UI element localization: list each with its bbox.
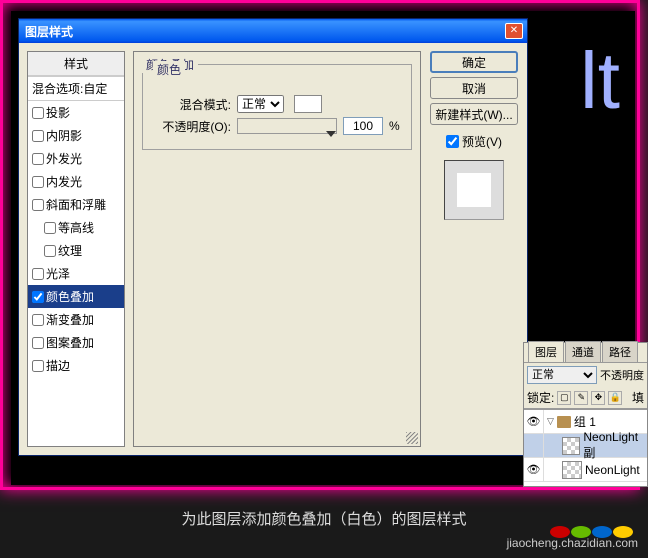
tab-channels[interactable]: 通道 [565,341,601,362]
layer-thumb [562,437,580,455]
style-checkbox[interactable] [32,360,44,372]
fill-label: 填 [632,389,644,406]
ok-button[interactable]: 确定 [430,51,518,73]
style-item[interactable]: 图案叠加 [28,331,124,354]
style-label: 渐变叠加 [46,311,94,328]
preview-check-input[interactable] [446,135,459,148]
style-label: 光泽 [46,265,70,282]
preview-swatch [457,173,491,207]
layer-style-dialog: 图层样式 ✕ 样式 混合选项:自定 投影内阴影外发光内发光斜面和浮雕等高线纹理光… [18,18,528,456]
style-checkbox[interactable] [44,222,56,234]
layer-opacity-label: 不透明度 [600,367,644,383]
color-swatch[interactable] [294,95,322,113]
style-item[interactable]: 斜面和浮雕 [28,193,124,216]
titlebar[interactable]: 图层样式 ✕ [19,19,527,43]
opacity-input[interactable] [343,117,383,135]
button-panel: 确定 取消 新建样式(W)... 预览(V) [429,51,519,447]
style-label: 斜面和浮雕 [46,196,106,213]
style-checkbox[interactable] [32,199,44,211]
blend-mode-select[interactable]: 正常 [237,95,284,113]
cancel-button[interactable]: 取消 [430,77,518,99]
eye-icon[interactable]: 👁 [527,463,541,476]
style-label: 内阴影 [46,127,82,144]
style-checkbox[interactable] [32,130,44,142]
color-group-label: 颜色 [153,61,185,78]
styles-header[interactable]: 样式 [28,52,124,76]
styles-list: 样式 混合选项:自定 投影内阴影外发光内发光斜面和浮雕等高线纹理光泽颜色叠加渐变… [27,51,125,447]
style-checkbox[interactable] [32,107,44,119]
style-checkbox[interactable] [32,268,44,280]
style-item[interactable]: 颜色叠加 [28,285,124,308]
style-item[interactable]: 投影 [28,101,124,124]
new-style-button[interactable]: 新建样式(W)... [430,103,518,125]
style-item[interactable]: 外发光 [28,147,124,170]
dialog-title: 图层样式 [23,23,505,40]
blend-mode-label: 混合模式: [153,96,231,113]
style-checkbox[interactable] [32,291,44,303]
canvas-text: lt [580,41,620,121]
style-item[interactable]: 描边 [28,354,124,377]
layer-row[interactable]: NeonLight 副 [524,434,647,458]
opacity-slider[interactable] [237,118,337,134]
style-label: 纹理 [58,242,82,259]
layer-list: 👁 ▽ 组 1 NeonLight 副 👁 NeonLight [524,409,647,486]
layer-blend-select[interactable]: 正常 [527,366,597,384]
lock-paint-icon[interactable]: ✎ [574,391,588,405]
style-item[interactable]: 内阴影 [28,124,124,147]
resize-grip[interactable] [406,432,418,444]
style-label: 外发光 [46,150,82,167]
blend-options-item[interactable]: 混合选项:自定 [28,76,124,101]
close-button[interactable]: ✕ [505,23,523,39]
lock-all-icon[interactable]: 🔒 [608,391,622,405]
style-label: 投影 [46,104,70,121]
opacity-unit: % [389,119,400,133]
lock-label: 锁定: [527,389,554,406]
style-label: 等高线 [58,219,94,236]
preview-checkbox[interactable]: 预览(V) [446,133,502,150]
style-checkbox[interactable] [32,314,44,326]
eye-icon[interactable]: 👁 [527,415,541,428]
style-checkbox[interactable] [32,153,44,165]
style-checkbox[interactable] [32,337,44,349]
style-checkbox[interactable] [44,245,56,257]
style-item[interactable]: 光泽 [28,262,124,285]
color-fieldset: 颜色 混合模式: 正常 不透明度(O): % [142,64,412,150]
group-name: 组 1 [574,413,596,430]
layers-panel: 图层 通道 路径 正常 不透明度 锁定: ▢ ✎ ✥ 🔒 填 👁 ▽ 组 1 Ne… [523,342,648,487]
layer-name: NeonLight [585,463,640,477]
style-label: 图案叠加 [46,334,94,351]
lock-move-icon[interactable]: ✥ [591,391,605,405]
style-label: 描边 [46,357,70,374]
layer-name: NeonLight 副 [583,430,647,461]
folder-icon [557,416,571,428]
disclosure-icon[interactable]: ▽ [547,416,554,427]
style-label: 颜色叠加 [46,288,94,305]
tab-layers[interactable]: 图层 [528,341,564,362]
settings-panel: 颜色叠加 颜色 混合模式: 正常 不透明度(O): % [133,51,421,447]
tab-paths[interactable]: 路径 [602,341,638,362]
style-item[interactable]: 内发光 [28,170,124,193]
opacity-label: 不透明度(O): [153,118,231,135]
style-item[interactable]: 纹理 [28,239,124,262]
layer-row[interactable]: 👁 NeonLight [524,458,647,482]
style-item[interactable]: 渐变叠加 [28,308,124,331]
layers-tabs: 图层 通道 路径 [524,343,647,363]
style-label: 内发光 [46,173,82,190]
lock-transparency-icon[interactable]: ▢ [557,391,571,405]
watermark: jiaocheng.chazidian.com [507,536,638,550]
preview-box [444,160,504,220]
style-item[interactable]: 等高线 [28,216,124,239]
layer-thumb [562,461,582,479]
style-checkbox[interactable] [32,176,44,188]
